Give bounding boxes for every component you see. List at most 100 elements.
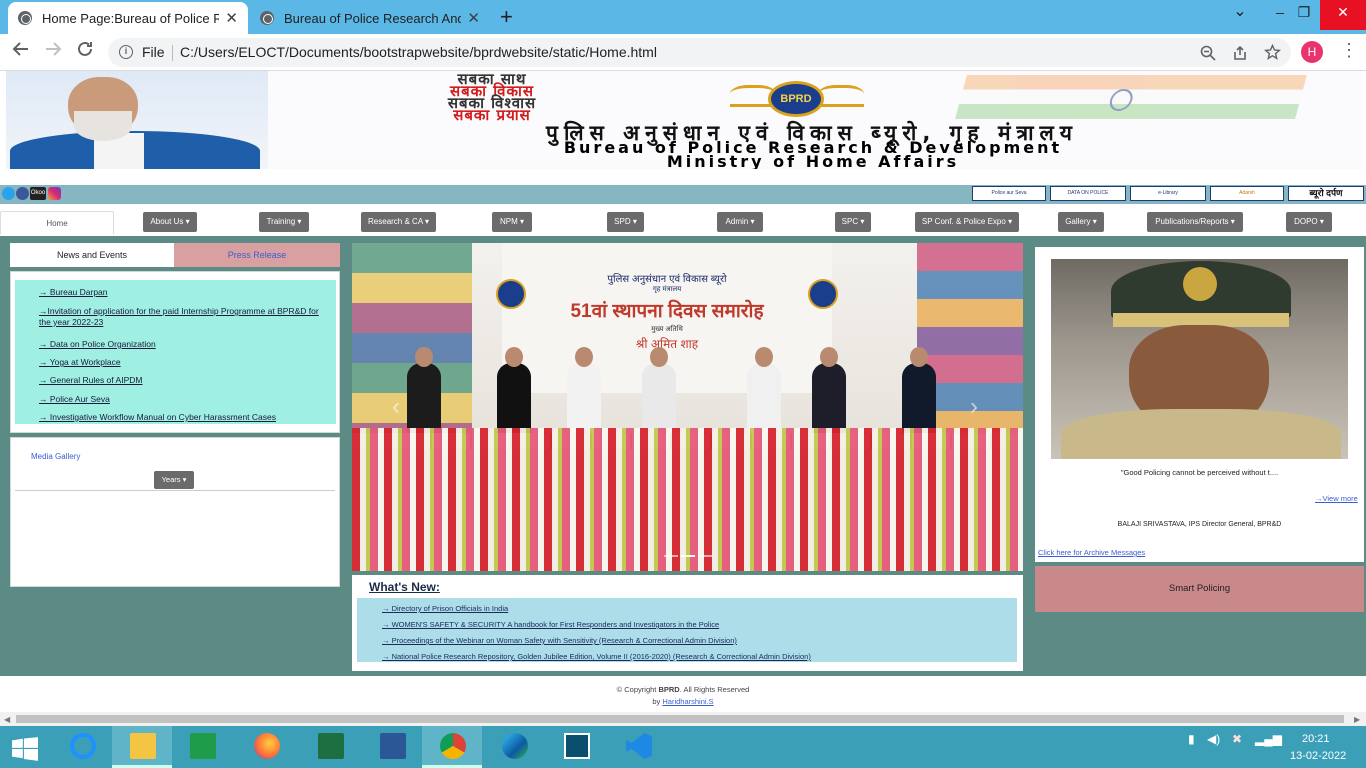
excel-taskbar-icon[interactable]: [300, 726, 360, 768]
back-icon[interactable]: [12, 40, 30, 58]
close-tab-icon[interactable]: ✕: [467, 9, 480, 27]
tab-search-icon[interactable]: ⌄: [1222, 0, 1258, 30]
dg-name: BALAJI SRIVASTAVA, IPS Director General,…: [1117, 521, 1282, 528]
facebook-icon[interactable]: [16, 187, 29, 200]
chrome-taskbar-icon[interactable]: [422, 726, 482, 768]
carousel-prev-icon[interactable]: ‹: [392, 393, 400, 421]
tab-press-release[interactable]: Press Release: [174, 243, 340, 267]
whats-new-item[interactable]: → National Police Research Repository, G…: [382, 652, 811, 661]
battery-icon[interactable]: ▮: [1188, 732, 1195, 746]
media-gallery-link[interactable]: Media Gallery: [31, 452, 80, 461]
photos-taskbar-icon[interactable]: [546, 726, 606, 768]
news-item[interactable]: → Yoga at Workplace: [39, 357, 324, 368]
firefox-taskbar-icon[interactable]: [236, 726, 296, 768]
nav-training[interactable]: Training ▾: [259, 212, 309, 232]
caret-down-icon: ▾: [1319, 217, 1324, 226]
clock-date[interactable]: 13-02-2022: [1290, 750, 1346, 762]
close-tab-icon[interactable]: ✕: [225, 9, 238, 27]
nav-dopo[interactable]: DOPO ▾: [1286, 212, 1332, 232]
tab-news-and-events[interactable]: News and Events: [10, 243, 174, 267]
nav-home[interactable]: Home: [0, 211, 114, 235]
scrollbar-thumb[interactable]: [16, 715, 1344, 723]
nav-sp-conf[interactable]: SP Conf. & Police Expo ▾: [915, 212, 1019, 232]
news-item[interactable]: →Invitation of application for the paid …: [39, 306, 324, 328]
nav-spc[interactable]: SPC ▾: [835, 212, 871, 232]
news-item[interactable]: → Data on Police Organization: [39, 339, 324, 350]
slogan-block: सबका साथ सबका विकास सबका विश्वास सबका प्…: [316, 72, 668, 123]
carousel-indicator[interactable]: [698, 555, 712, 557]
nav-research[interactable]: Research & CA ▾: [361, 212, 436, 232]
scroll-right-icon[interactable]: ▶: [1354, 715, 1360, 724]
profile-avatar[interactable]: H: [1301, 41, 1323, 63]
koo-icon[interactable]: Okoo: [30, 187, 46, 200]
data-on-police-link[interactable]: DATA ON POLICE ORGANIZATION: [1050, 186, 1126, 201]
carousel-indicator[interactable]: [664, 555, 678, 557]
nav-npm[interactable]: NPM ▾: [492, 212, 532, 232]
caret-down-icon: ▾: [185, 217, 190, 226]
archive-messages-link[interactable]: Click here for Archive Messages: [1038, 548, 1145, 557]
volume-icon[interactable]: ◀): [1207, 732, 1220, 746]
smart-policing-button[interactable]: Smart Policing: [1035, 566, 1364, 612]
caret-down-icon: ▾: [1230, 217, 1235, 226]
carousel-next-icon[interactable]: ›: [970, 393, 978, 421]
whats-new-item[interactable]: → Directory of Prison Officials in India: [382, 604, 508, 613]
start-button[interactable]: [0, 726, 50, 768]
news-item[interactable]: → Investigative Workflow Manual on Cyber…: [39, 412, 324, 423]
zoom-icon[interactable]: [1200, 45, 1216, 61]
bureau-darpan-link[interactable]: ब्यूरो दर्पण: [1288, 186, 1364, 201]
forward-icon[interactable]: [44, 40, 62, 58]
police-aur-seva-link[interactable]: Police aur Seva: [972, 186, 1046, 201]
news-item[interactable]: → Bureau Darpan: [39, 287, 324, 298]
whats-new-item[interactable]: → Proceedings of the Webinar on Woman Sa…: [382, 636, 737, 645]
browser-tab-active[interactable]: Home Page:Bureau of Police Rese ✕: [8, 2, 248, 34]
nav-gallery[interactable]: Gallery ▾: [1058, 212, 1104, 232]
vscode-taskbar-icon[interactable]: [608, 726, 668, 768]
url-text[interactable]: C:/Users/ELOCT/Documents/bootstrapwebsit…: [180, 38, 657, 67]
news-item[interactable]: → General Rules of AIPDM: [39, 375, 324, 386]
browser-tab[interactable]: Bureau of Police Research And D ✕: [250, 2, 490, 34]
reload-icon[interactable]: [76, 40, 94, 58]
address-bar[interactable]: i File C:/Users/ELOCT/Documents/bootstra…: [108, 38, 1291, 67]
left-emblem: [496, 279, 526, 309]
globe-icon: [18, 11, 32, 25]
copyright-text: . All Rights Reserved: [679, 685, 750, 694]
author-link[interactable]: Haridharshini.S: [662, 697, 713, 706]
page-footer: © Copyright BPRD. All Rights Reserved by…: [0, 676, 1366, 712]
image-carousel[interactable]: पुलिस अनुसंधान एवं विकास ब्यूरो गृह मंत्…: [352, 243, 1023, 571]
e-library-link[interactable]: e-Library: [1130, 186, 1206, 201]
horizontal-scrollbar[interactable]: ◀ ▶: [0, 712, 1366, 726]
word-taskbar-icon[interactable]: [362, 726, 422, 768]
view-more-link[interactable]: →View more: [1315, 494, 1358, 503]
bookmark-star-icon[interactable]: [1264, 44, 1281, 61]
instagram-icon[interactable]: [48, 187, 61, 200]
file-explorer-taskbar-icon[interactable]: [112, 726, 172, 768]
signal-icon[interactable]: ▂▄▆: [1255, 732, 1282, 746]
carousel-indicator[interactable]: [681, 555, 695, 557]
banner-hindi-top: पुलिस अनुसंधान एवं विकास ब्यूरो: [607, 274, 727, 285]
whats-new-item[interactable]: → WOMEN'S SAFETY & SECURITY A handbook f…: [382, 620, 719, 629]
caret-down-icon: ▾: [297, 217, 302, 226]
years-dropdown[interactable]: Years ▾: [154, 471, 194, 489]
edge-taskbar-icon[interactable]: [484, 726, 544, 768]
close-window-button[interactable]: ✕: [1320, 0, 1366, 30]
menu-icon[interactable]: ⋮: [1340, 40, 1358, 61]
spreadsheet-taskbar-icon[interactable]: [172, 726, 232, 768]
news-tabs: News and Events Press Release: [10, 243, 340, 267]
scroll-left-icon[interactable]: ◀: [4, 715, 10, 724]
restore-button[interactable]: ❐: [1286, 0, 1322, 30]
network-alert-icon[interactable]: ✖: [1232, 732, 1242, 746]
nav-admin[interactable]: Admin ▾: [717, 212, 763, 232]
adarsh-link[interactable]: Adarsh: [1210, 186, 1284, 201]
chrome-icon: [440, 733, 466, 759]
info-icon[interactable]: i: [119, 45, 133, 59]
tab-title: Bureau of Police Research And D: [284, 10, 462, 26]
share-icon[interactable]: [1232, 45, 1248, 61]
twitter-icon[interactable]: [2, 187, 15, 200]
nav-about-us[interactable]: About Us ▾: [143, 212, 197, 232]
nav-publications[interactable]: Publications/Reports ▾: [1147, 212, 1243, 232]
clock-time[interactable]: 20:21: [1302, 733, 1330, 745]
new-tab-button[interactable]: +: [500, 4, 513, 30]
nav-spd[interactable]: SPD ▾: [607, 212, 644, 232]
news-item[interactable]: → Police Aur Seva: [39, 394, 324, 405]
ie-taskbar-icon[interactable]: [52, 726, 112, 768]
